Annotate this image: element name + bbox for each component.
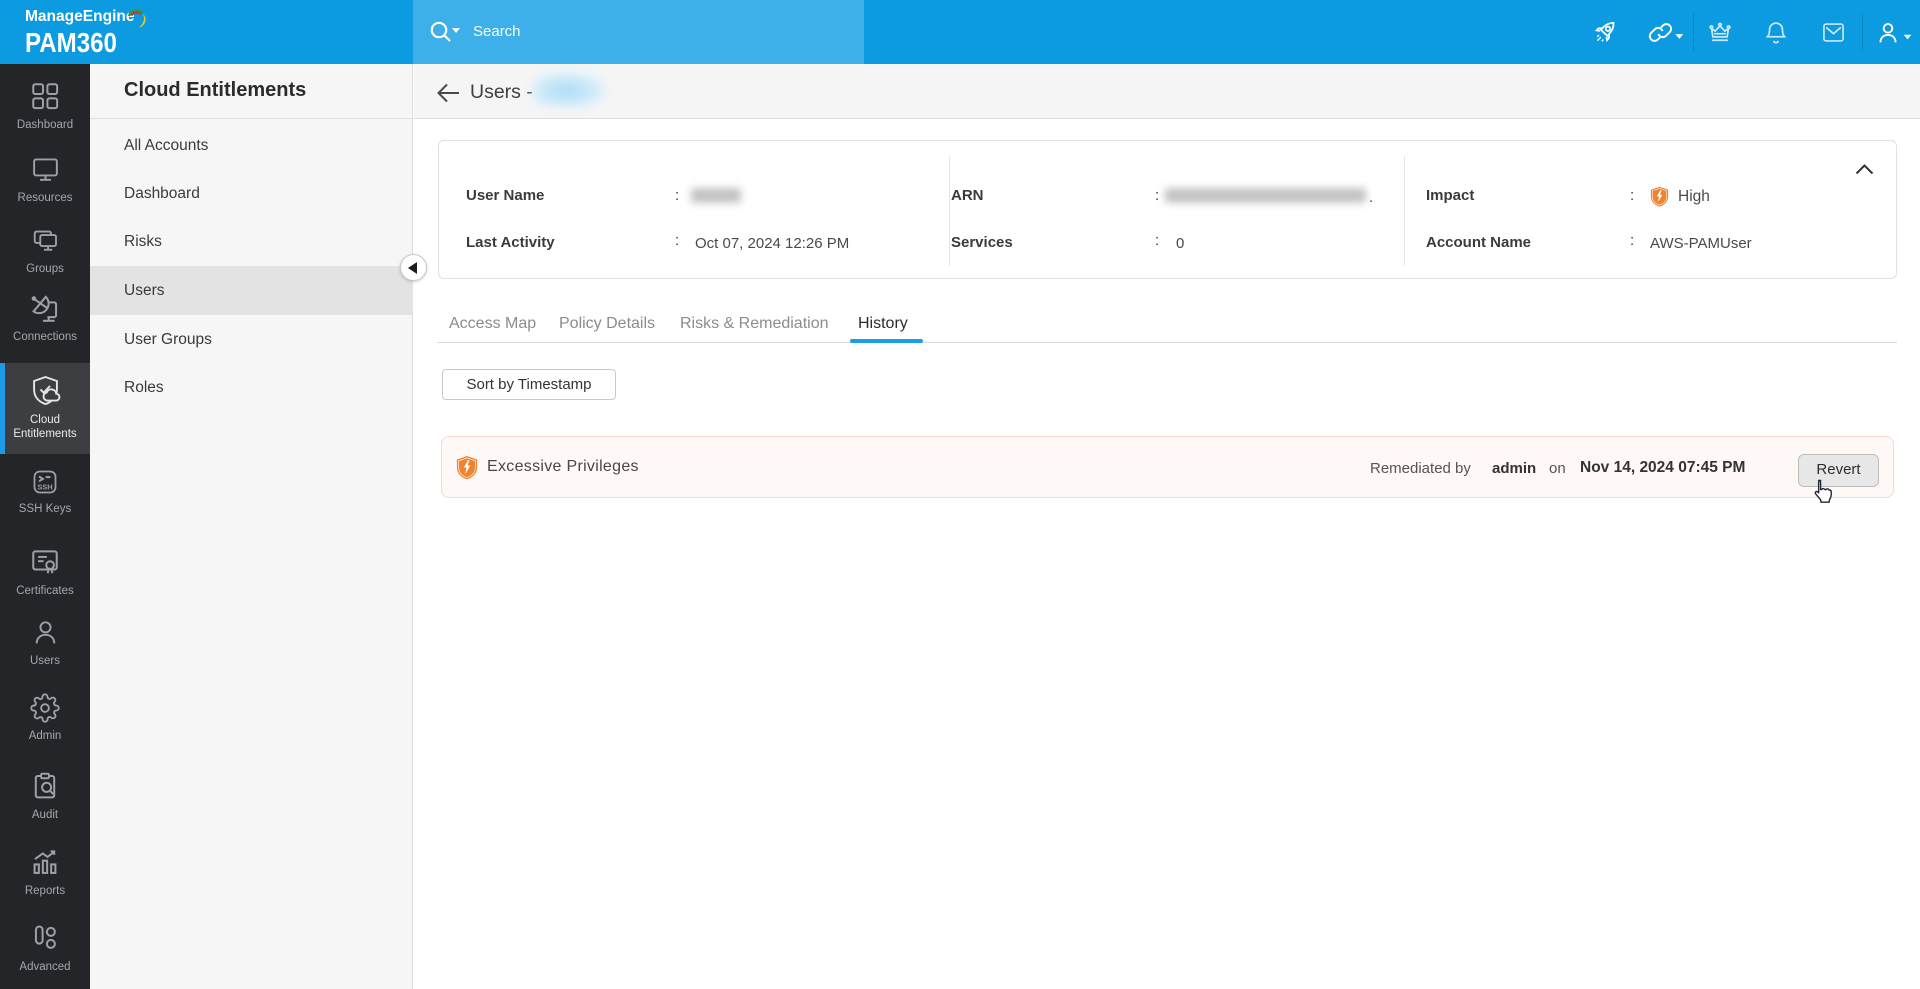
svg-text:SSH: SSH: [37, 482, 52, 491]
